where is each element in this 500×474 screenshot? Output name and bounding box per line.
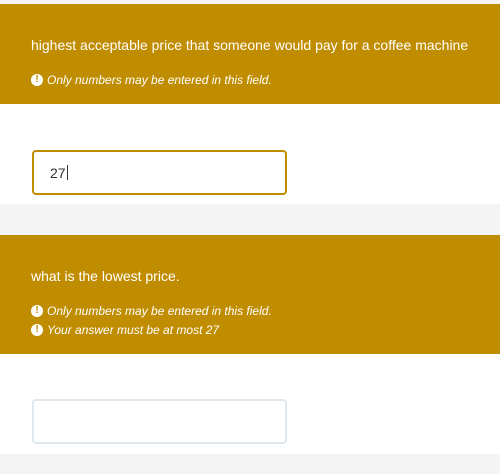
question-lowest-price: what is the lowest price. ! Only numbers… [0, 235, 500, 454]
validation-tip-text: Only numbers may be entered in this fiel… [47, 73, 272, 87]
answer-area [0, 354, 500, 454]
text-caret [66, 165, 68, 180]
exclamation-circle-icon: ! [31, 305, 43, 317]
answer-value: 27 [50, 165, 66, 181]
question-tips: ! Only numbers may be entered in this fi… [31, 304, 272, 342]
question-header: highest acceptable price that someone wo… [0, 4, 500, 104]
answer-input[interactable]: 27 [32, 150, 287, 195]
question-header: what is the lowest price. ! Only numbers… [0, 235, 500, 354]
question-highest-price: highest acceptable price that someone wo… [0, 4, 500, 204]
validation-tip-text: Your answer must be at most 27 [47, 323, 220, 337]
validation-tip: ! Your answer must be at most 27 [31, 323, 272, 342]
validation-tip: ! Only numbers may be entered in this fi… [31, 304, 272, 323]
exclamation-circle-icon: ! [31, 74, 43, 86]
question-tips: ! Only numbers may be entered in this fi… [31, 73, 272, 92]
question-text: highest acceptable price that someone wo… [31, 37, 469, 53]
answer-input[interactable] [32, 399, 287, 444]
answer-area: 27 [0, 104, 500, 204]
validation-tip-text: Only numbers may be entered in this fiel… [47, 304, 272, 318]
exclamation-circle-icon: ! [31, 324, 43, 336]
question-text: what is the lowest price. [31, 268, 180, 284]
validation-tip: ! Only numbers may be entered in this fi… [31, 73, 272, 92]
